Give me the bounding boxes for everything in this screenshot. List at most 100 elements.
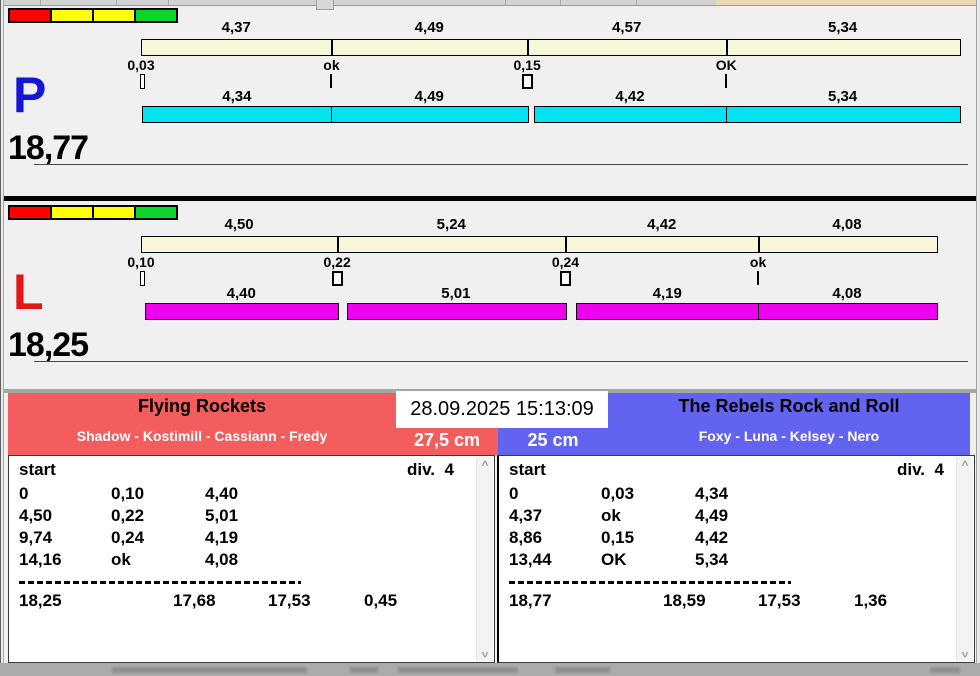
delay-label: 0,03 bbox=[127, 57, 155, 73]
scroll-down-button[interactable]: ^ bbox=[477, 645, 493, 660]
run-time-label: 4,34 bbox=[222, 88, 252, 105]
start-light-yellow-1 bbox=[52, 207, 92, 218]
taskbar-smudge bbox=[555, 667, 610, 673]
table-row: 8,86 0,15 4,42 bbox=[509, 528, 974, 550]
scroll-up-button[interactable]: ^ bbox=[477, 458, 493, 473]
bar-division bbox=[565, 237, 568, 252]
run-time-label: 4,42 bbox=[615, 88, 645, 105]
delay-label: ok bbox=[749, 254, 767, 270]
scroll-down-button[interactable]: ^ bbox=[957, 645, 973, 660]
run-bar-segment bbox=[533, 106, 729, 123]
delay-label: OK bbox=[715, 57, 737, 73]
cell: ok bbox=[601, 506, 621, 525]
panel-underline bbox=[34, 361, 968, 362]
start-light-green bbox=[136, 207, 176, 218]
bar-division bbox=[527, 40, 530, 55]
taskbar-smudge bbox=[112, 667, 307, 673]
cell: 0 bbox=[19, 484, 29, 503]
flyball-timing-app: P 18,77 4,37 0,03 4,34 4,49 ok 4,49 4,57 0,15 4,42… bbox=[0, 0, 980, 676]
total-cell: 17,68 bbox=[173, 591, 216, 610]
cell: 13,44 bbox=[509, 550, 552, 569]
totals-divider bbox=[19, 581, 301, 584]
split-time-label: 5,34 bbox=[828, 19, 858, 36]
run-bar-segment bbox=[758, 303, 938, 320]
cell: 0,10 bbox=[111, 484, 145, 503]
results-table-right: start div. 4 0 0,03 4,34 4,37 ok 4,49 8,86 0,15 4,… bbox=[497, 455, 975, 663]
split-time-label: 4,42 bbox=[647, 216, 677, 233]
division-label: div. 4 bbox=[407, 460, 454, 479]
run-time-label: 5,34 bbox=[828, 88, 858, 105]
lane-panel-right-team: P 18,77 4,37 0,03 4,34 4,49 ok 4,49 4,57 0,15 4,42… bbox=[4, 5, 976, 196]
bar-division bbox=[331, 40, 334, 55]
table-row: 4,37 ok 4,49 bbox=[509, 506, 974, 528]
split-time-label: 4,08 bbox=[832, 216, 862, 233]
run-time-label: 4,19 bbox=[652, 285, 682, 302]
start-light-yellow-2 bbox=[94, 10, 134, 21]
scrollbar[interactable]: ^ ^ bbox=[476, 457, 493, 661]
panel-underline bbox=[34, 164, 968, 165]
cell: 4,19 bbox=[205, 528, 239, 547]
split-time-label: 5,24 bbox=[436, 216, 466, 233]
start-lights bbox=[8, 8, 178, 23]
run-bar-segment bbox=[142, 106, 334, 123]
run-bar-segment bbox=[726, 106, 961, 123]
cell: 5,34 bbox=[695, 550, 729, 569]
delay-label: 0,15 bbox=[513, 57, 541, 73]
start-label: start bbox=[19, 460, 56, 479]
cell: 0 bbox=[509, 484, 519, 503]
split-time-label: 4,49 bbox=[414, 19, 444, 36]
scroll-up-button[interactable]: ^ bbox=[957, 458, 973, 473]
total-cell: 0,45 bbox=[364, 591, 398, 610]
bar-division bbox=[337, 237, 340, 252]
delay-label: 0,24 bbox=[551, 254, 580, 270]
start-label: start bbox=[509, 460, 546, 479]
team-name-left: Flying Rockets bbox=[137, 396, 267, 416]
jump-height-right: 25 cm bbox=[527, 430, 579, 450]
delay-marker-ok bbox=[757, 271, 760, 285]
cell: 4,40 bbox=[205, 484, 239, 503]
lane-letter: L bbox=[13, 264, 44, 320]
start-light-red bbox=[10, 10, 50, 21]
team-dogs-left: Shadow - Kostimill - Cassiann - Fredy bbox=[76, 428, 328, 444]
cell: OK bbox=[601, 550, 627, 569]
cell: 4,34 bbox=[695, 484, 729, 503]
lane-separator bbox=[4, 196, 976, 201]
cell: 4,08 bbox=[205, 550, 239, 569]
totals-row: 18,77 18,59 17,53 1,36 bbox=[509, 591, 974, 615]
jump-height-left: 27,5 cm bbox=[413, 430, 481, 450]
lane-total-time: 18,25 bbox=[8, 326, 89, 364]
delay-marker-ok bbox=[330, 74, 333, 88]
run-time-label: 4,49 bbox=[414, 88, 444, 105]
lane-total-time: 18,77 bbox=[8, 129, 89, 167]
run-time-label: 5,01 bbox=[441, 285, 471, 302]
bar-division bbox=[726, 40, 729, 55]
taskbar-smudge bbox=[350, 667, 378, 673]
scrollbar[interactable]: ^ ^ bbox=[956, 457, 973, 661]
taskbar-strip bbox=[0, 663, 980, 676]
cell: 0,22 bbox=[111, 506, 145, 525]
run-bar-segment bbox=[346, 303, 568, 320]
lane-panel-left-team: L 18,25 4,50 0,10 4,40 5,24 0,22 5,01 4,42 0,24 4,… bbox=[4, 202, 976, 389]
start-light-yellow-1 bbox=[52, 10, 92, 21]
delay-marker-gap bbox=[522, 74, 534, 89]
delay-label: 0,10 bbox=[127, 254, 155, 270]
cell: 4,49 bbox=[695, 506, 729, 525]
total-cell: 18,59 bbox=[663, 591, 706, 610]
table-row: 9,74 0,24 4,19 bbox=[19, 528, 494, 550]
split-time-label: 4,50 bbox=[224, 216, 254, 233]
table-row: 4,50 0,22 5,01 bbox=[19, 506, 494, 528]
cell: 14,16 bbox=[19, 550, 62, 569]
taskbar-smudge bbox=[398, 667, 518, 673]
cell: 5,01 bbox=[205, 506, 239, 525]
totals-row: 18,25 17,68 17,53 0,45 bbox=[19, 591, 494, 615]
split-bar bbox=[141, 39, 961, 56]
delay-marker-gap bbox=[332, 271, 344, 286]
delay-label: ok bbox=[323, 57, 340, 73]
start-light-red bbox=[10, 207, 50, 218]
delay-marker-gap bbox=[560, 271, 572, 286]
table-row: 13,44 OK 5,34 bbox=[509, 550, 974, 572]
run-time-label: 4,08 bbox=[832, 285, 862, 302]
table-row: 0 0,03 4,34 bbox=[509, 484, 974, 506]
bar-division bbox=[758, 237, 761, 252]
team-name-right: The Rebels Rock and Roll bbox=[678, 396, 900, 416]
